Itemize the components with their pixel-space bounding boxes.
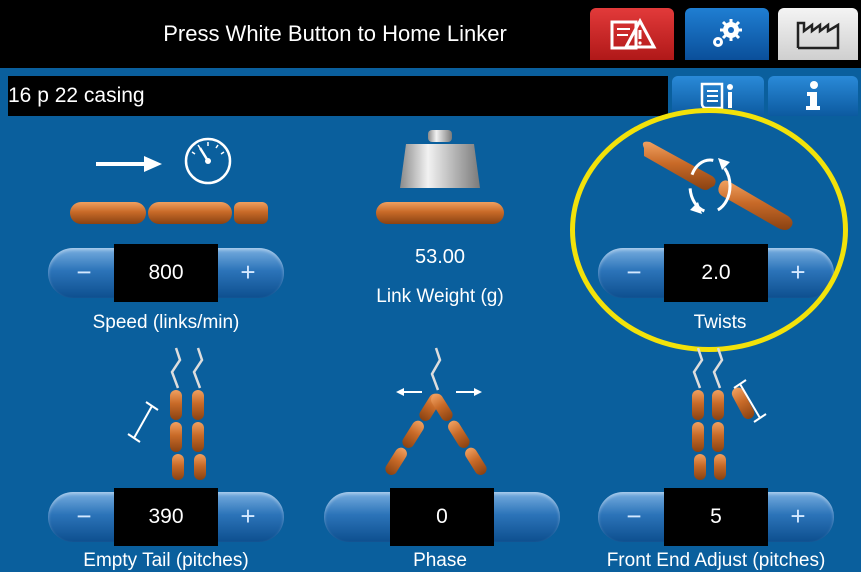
front-end-adjust-stepper: − 5 + <box>598 488 834 546</box>
empty-tail-decrease-button[interactable]: − <box>54 492 114 542</box>
sausage-links-icon <box>70 202 268 224</box>
speed-value[interactable]: 800 <box>114 244 218 302</box>
empty-tail-increase-button[interactable]: + <box>218 492 278 542</box>
phase-stepper: 0 <box>324 488 560 546</box>
production-button[interactable] <box>778 8 858 60</box>
speed-arrow-icon <box>96 156 162 172</box>
info-icon <box>806 81 820 110</box>
front-end-adjust-icon <box>692 347 767 480</box>
phase-icon <box>385 347 487 475</box>
info-button[interactable] <box>768 76 858 116</box>
phase-label: Phase <box>413 550 467 571</box>
link-weight-value: 53.00 <box>414 246 466 268</box>
link-weight-label: Link Weight (g) <box>376 286 504 307</box>
speed-stepper: − 800 + <box>48 244 284 302</box>
empty-tail-stepper: − 390 + <box>48 488 284 546</box>
speed-increase-button[interactable]: + <box>218 248 278 298</box>
twists-highlight-circle <box>570 108 848 352</box>
front-end-adjust-decrease-button[interactable]: − <box>604 492 664 542</box>
gears-icon <box>713 19 742 47</box>
empty-tail-label: Empty Tail (pitches) <box>83 550 249 571</box>
recipe-document-icon <box>700 82 733 110</box>
factory-icon <box>796 21 840 50</box>
speed-decrease-button[interactable]: − <box>54 248 114 298</box>
settings-button[interactable] <box>685 8 769 60</box>
weight-icon <box>400 130 480 188</box>
status-message: Press White Button to Home Linker <box>163 21 507 46</box>
front-end-adjust-value[interactable]: 5 <box>664 488 768 546</box>
front-end-adjust-increase-button[interactable]: + <box>768 492 828 542</box>
phase-value[interactable]: 0 <box>390 488 494 546</box>
recipe-name: 16 p 22 casing <box>8 84 145 107</box>
speedometer-icon <box>184 137 232 185</box>
alarm-button[interactable] <box>590 8 674 60</box>
empty-tail-icon <box>127 347 206 480</box>
empty-tail-value[interactable]: 390 <box>114 488 218 546</box>
alarm-warning-icon <box>610 17 657 50</box>
speed-label: Speed (links/min) <box>92 312 240 333</box>
front-end-adjust-label: Front End Adjust (pitches) <box>606 550 826 571</box>
recipe-bar[interactable]: 16 p 22 casing <box>8 76 668 116</box>
single-sausage-icon <box>376 202 504 224</box>
